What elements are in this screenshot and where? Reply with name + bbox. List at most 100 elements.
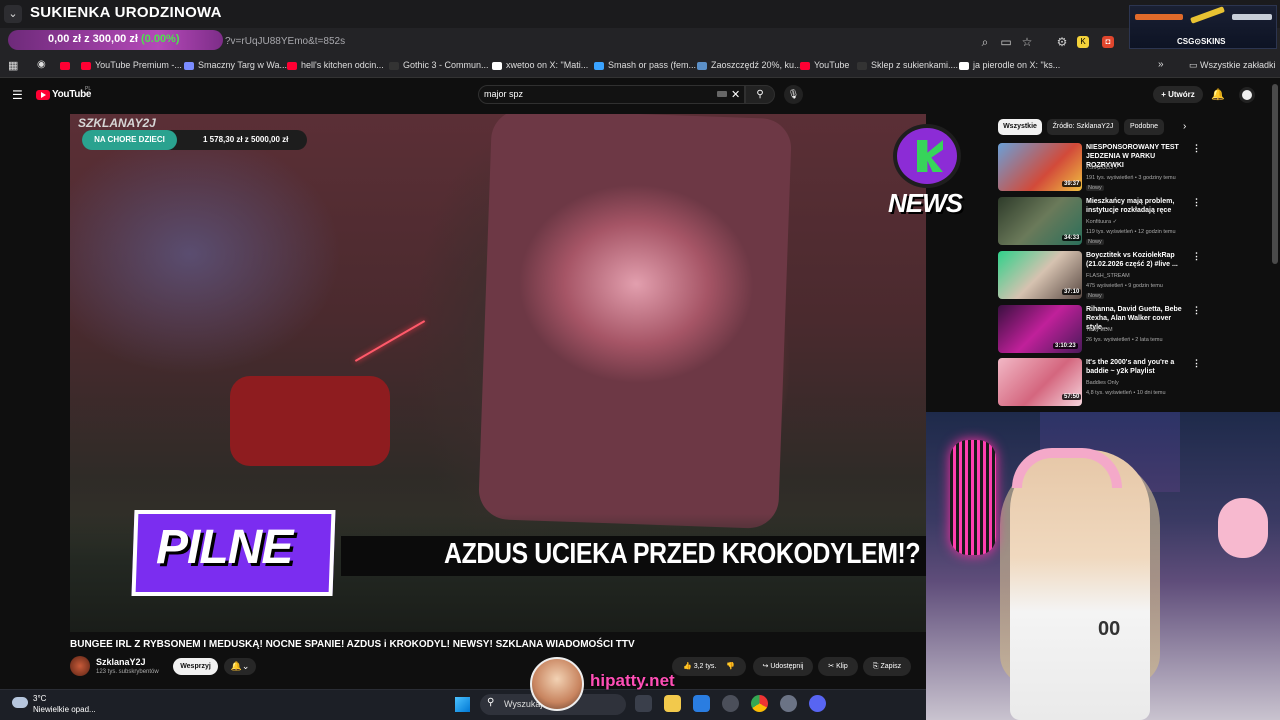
voice-search-button[interactable]: 🎙: [784, 85, 803, 104]
weather-temperature[interactable]: 3°C: [33, 694, 46, 703]
clip-button[interactable]: ✂ Klip: [818, 657, 858, 676]
recommendation-title[interactable]: Boycztitek vs KoziolekRap (21.02.2026 cz…: [1086, 251, 1190, 269]
support-button[interactable]: Wesprzyj: [173, 658, 218, 675]
recommendation-duration: 3:10:23: [1053, 343, 1078, 349]
account-avatar[interactable]: [1239, 87, 1255, 103]
windows-start-icon[interactable]: [455, 697, 470, 712]
bookmark-item[interactable]: Sklep z sukienkami....: [857, 60, 958, 70]
channel-name[interactable]: SzklanaY2J: [96, 657, 146, 667]
chrome-icon[interactable]: ◉: [37, 59, 46, 70]
bookmark-item[interactable]: xwetoo on X: "Mati...: [492, 60, 588, 70]
scrollbar[interactable]: [1272, 84, 1278, 264]
share-button[interactable]: ↪ Udostępnij: [753, 657, 813, 676]
bookmark-item[interactable]: YouTube: [800, 60, 849, 70]
chip-all[interactable]: Wszystkie: [998, 119, 1042, 135]
weather-cloud-icon[interactable]: [12, 697, 28, 708]
more-options-icon[interactable]: ⋮: [1192, 143, 1201, 154]
recommendation-title[interactable]: Mieszkańcy mają problem, instytucje rozk…: [1086, 197, 1190, 215]
search-icon: ⚲: [487, 697, 495, 708]
bookmark-item[interactable]: Smaczny Targ w Wa...: [184, 60, 287, 70]
bookmark-label: xwetoo on X: "Mati...: [506, 60, 589, 70]
chevron-down-icon: ⌄: [241, 661, 250, 671]
like-button[interactable]: 👍 3,2 tys.: [683, 663, 716, 670]
bookmark-label: Smaczny Targ w Wa...: [198, 60, 288, 70]
apps-grid-icon[interactable]: ▦: [8, 59, 18, 72]
hipatty-watermark: hipatty.net: [590, 671, 675, 690]
more-options-icon[interactable]: ⋮: [1192, 251, 1201, 262]
obs-icon[interactable]: [722, 695, 739, 712]
recommendation-channel[interactable]: KSIĄŻULO ✓: [1086, 165, 1119, 171]
skin-rifle-icon: [1135, 14, 1183, 20]
bookmark-item[interactable]: Gothic 3 - Commun...: [389, 60, 489, 70]
microsoft-store-icon[interactable]: [693, 695, 710, 712]
bookmark-youtube-icon[interactable]: [60, 60, 74, 70]
donation-goal: 300,00 zł: [92, 33, 138, 45]
bookmark-favicon-icon: [800, 61, 810, 70]
video-frame-mural: [70, 114, 430, 414]
discord-icon[interactable]: [809, 695, 826, 712]
recommendation-channel[interactable]: FLASH_STREAM: [1086, 273, 1130, 279]
tab-list-chevron-icon[interactable]: ⌄: [4, 5, 22, 23]
webcam-microphone: [950, 440, 996, 555]
recommendation-duration: 34:33: [1062, 235, 1082, 241]
file-explorer-icon[interactable]: [664, 695, 681, 712]
extension-icon[interactable]: ⚙: [1054, 34, 1070, 50]
menu-icon[interactable]: ☰: [12, 88, 23, 102]
bookmark-item[interactable]: Smash or pass (fem...: [594, 60, 696, 70]
zoom-icon[interactable]: ⌕: [977, 34, 993, 50]
donation-raised: 0,00 zł: [48, 33, 82, 45]
more-bookmarks-chevron-icon[interactable]: »: [1158, 59, 1164, 70]
recommendation-channel[interactable]: Baddies Only: [1086, 380, 1119, 386]
bookmark-favicon-icon: [697, 61, 707, 70]
search-button[interactable]: ⚲: [745, 85, 775, 104]
cast-icon[interactable]: ▭: [998, 34, 1014, 50]
clear-search-icon[interactable]: ✕: [731, 88, 740, 101]
recommendation-duration: 57:50: [1062, 394, 1082, 400]
more-options-icon[interactable]: ⋮: [1192, 305, 1201, 316]
notifications-bell-icon[interactable]: 🔔: [1211, 88, 1225, 101]
channel-avatar[interactable]: [70, 656, 90, 676]
recommendation-channel[interactable]: Konfituura ✓: [1086, 219, 1117, 225]
charity-amount: 1 578,30 zł z 5000,00 zł: [203, 135, 289, 144]
search-input[interactable]: major spz: [484, 89, 523, 99]
dislike-button[interactable]: 👎: [726, 663, 735, 670]
bookmark-star-icon[interactable]: ☆: [1019, 34, 1035, 50]
jersey-number: 00: [1098, 618, 1121, 640]
all-bookmarks-button[interactable]: ▭ Wszystkie zakładki: [1189, 60, 1276, 71]
recommendation-duration: 39:37: [1062, 181, 1082, 187]
like-count: 3,2 tys.: [693, 663, 717, 670]
recommendation-title[interactable]: It's the 2000's and you're a baddie ~ y2…: [1086, 358, 1190, 376]
bookmark-label: Gothic 3 - Commun...: [403, 60, 489, 70]
donation-goal-text: 0,00 zł z 300,00 zł (0.00%): [48, 33, 180, 45]
bell-icon: 🔔: [230, 661, 242, 671]
create-button[interactable]: + Utwórz: [1153, 86, 1203, 103]
extension-k-icon[interactable]: K: [1077, 36, 1089, 48]
weather-description[interactable]: Niewielkie opad...: [33, 705, 96, 714]
thumbs-down-icon: 👎: [726, 663, 735, 670]
recommendation-duration: 37:10: [1062, 289, 1082, 295]
bookmark-favicon-icon: [184, 61, 194, 70]
chip-source[interactable]: Źródło: SzklanaY2J: [1047, 119, 1119, 135]
subscription-bell-button[interactable]: 🔔⌄: [224, 658, 256, 675]
settings-icon[interactable]: [780, 695, 797, 712]
recommendation-channel[interactable]: Tasty EDM: [1086, 327, 1113, 333]
bookmark-label: ja pierodle on X: "ks...: [973, 60, 1061, 70]
recommendation-new-badge: Nowy: [1086, 293, 1104, 299]
bookmark-item[interactable]: Zaoszczędź 20%, ku...: [697, 60, 802, 70]
bookmark-item[interactable]: ja pierodle on X: "ks...: [959, 60, 1060, 70]
bookmark-label: YouTube Premium -...: [95, 60, 182, 70]
chevron-right-icon[interactable]: ›: [1183, 121, 1186, 132]
extension-red-icon[interactable]: ◘: [1102, 36, 1114, 48]
chrome-taskbar-icon[interactable]: [751, 695, 768, 712]
recommendation-meta: 26 tys. wyświetleń • 2 lata temu: [1086, 337, 1163, 343]
more-options-icon[interactable]: ⋮: [1192, 197, 1201, 208]
bookmark-item[interactable]: YouTube Premium -...: [81, 60, 182, 70]
task-view-icon[interactable]: [635, 695, 652, 712]
save-button[interactable]: ⎘ Zapisz: [863, 657, 911, 676]
more-options-icon[interactable]: ⋮: [1192, 358, 1201, 369]
keyboard-icon[interactable]: [717, 91, 727, 97]
bookmark-item[interactable]: hell's kitchen odcin...: [287, 60, 384, 70]
url-text[interactable]: ?v=rUqJU88YEmo&t=852s: [225, 36, 345, 47]
bookmark-favicon-icon: [492, 61, 502, 70]
chip-related[interactable]: Podobne: [1124, 119, 1164, 135]
